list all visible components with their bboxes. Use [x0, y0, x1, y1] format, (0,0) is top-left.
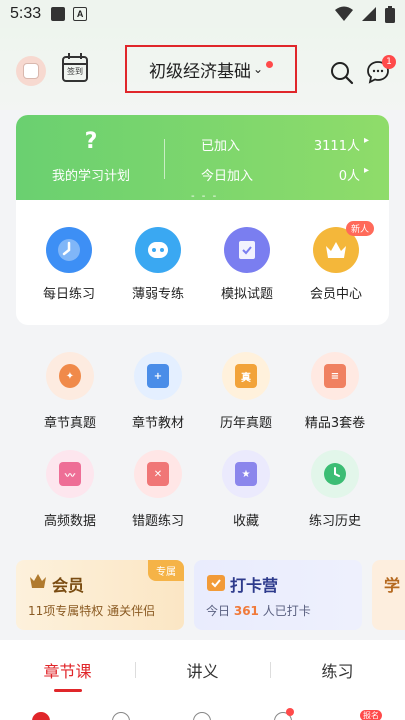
quick-weak-practice[interactable]: 薄弱专练: [118, 227, 198, 302]
today-value: 0人: [338, 169, 360, 184]
chevron-down-icon: ⌄: [252, 62, 264, 76]
brain-icon: ✦: [46, 352, 94, 400]
page-dashes: - - -: [191, 191, 219, 202]
error-book-icon: ✕: [134, 450, 182, 498]
grid-high-frequency[interactable]: 〰 高频数据: [25, 450, 115, 529]
vip-promo-card[interactable]: 会员 11项专属特权 通关伴侣 专属: [16, 560, 184, 630]
clock-icon: [46, 227, 92, 273]
battery-icon: [385, 5, 395, 23]
plan-question-mark: ?: [84, 129, 98, 154]
grid-label: 练习历史: [308, 514, 361, 529]
checkin-calendar-icon: [207, 575, 225, 591]
quick-label: 模拟试题: [220, 287, 273, 302]
grid-favorites[interactable]: ★ 收藏: [201, 450, 291, 529]
chevron-right-icon: ▸: [363, 165, 369, 176]
study-card: ? 我的学习计划 已加入 3111人 ▸ 今日加入 0人 ▸ - - - 每日练…: [16, 115, 389, 325]
grid-practice-history[interactable]: 练习历史: [290, 450, 380, 529]
tab-practice[interactable]: 练习: [270, 640, 405, 698]
checkin-calendar-icon[interactable]: 签到: [62, 53, 88, 82]
grid-label: 章节真题: [43, 416, 96, 431]
nav-dot: [286, 708, 294, 716]
quick-member-center[interactable]: 新人 会员中心: [296, 221, 376, 302]
grid-label: 收藏: [232, 514, 259, 529]
book-shield-icon: +: [134, 352, 182, 400]
third-promo-title: 学: [384, 576, 401, 595]
checkin-sub-pre: 今日: [206, 604, 231, 618]
vip-subtitle: 11项专属特权 通关伴侣: [28, 604, 156, 618]
tab-handout[interactable]: 讲义: [135, 640, 270, 698]
grid-chapter-textbook[interactable]: + 章节教材: [113, 352, 203, 431]
unread-dot: [266, 60, 274, 68]
checkin-subtitle: 今日 361 人已打卡: [206, 602, 311, 619]
search-icon[interactable]: [330, 61, 354, 85]
subject-title: 初级经济基础: [148, 61, 251, 82]
quick-label: 薄弱专练: [131, 287, 184, 302]
wifi-icon: [335, 6, 353, 21]
divider: [164, 139, 165, 179]
grid-chapter-exam[interactable]: ✦ 章节真题: [25, 352, 115, 431]
study-plan-banner[interactable]: ? 我的学习计划 已加入 3111人 ▸ 今日加入 0人 ▸ - - -: [16, 115, 389, 202]
chart-icon: 〰: [46, 450, 94, 498]
app-notification-icon: A: [73, 7, 88, 21]
grid-past-exams[interactable]: 真 历年真题: [201, 352, 291, 431]
nav-signup-badge: 报名: [360, 710, 382, 720]
third-promo-card[interactable]: 学: [372, 560, 405, 630]
quick-label: 会员中心: [309, 287, 362, 302]
checkin-title: 打卡营: [230, 576, 279, 595]
subject-selector[interactable]: 初级经济基础 ⌄: [125, 45, 297, 93]
vip-title: 会员: [52, 576, 85, 595]
list-icon: ≡: [311, 352, 359, 400]
checkin-count: 361: [233, 604, 259, 618]
checkin-promo-card[interactable]: 打卡营 今日 361 人已打卡: [194, 560, 362, 630]
plan-label: 我的学习计划: [51, 169, 130, 184]
checkin-sub-post: 人已打卡: [262, 604, 311, 618]
quick-mock-exam[interactable]: 模拟试题: [207, 227, 287, 302]
grid-label: 章节教材: [131, 416, 184, 431]
joined-label: 已加入: [201, 139, 241, 154]
quick-daily-practice[interactable]: 每日练习: [29, 227, 109, 302]
avatar-face-icon: [23, 63, 39, 79]
grid-label: 历年真题: [219, 416, 272, 431]
grid-premium-sets[interactable]: ≡ 精品3套卷: [290, 352, 380, 431]
top-bar: 签到 初级经济基础 ⌄ 1: [0, 28, 405, 110]
chevron-right-icon: ▸: [363, 135, 369, 146]
checkin-label: 签到: [67, 67, 83, 76]
notification-icon: [51, 7, 66, 21]
tab-divider: [270, 662, 271, 678]
quick-label: 每日练习: [42, 287, 95, 302]
signal-icon: [362, 7, 376, 21]
grid-label: 高频数据: [43, 514, 96, 529]
tab-chapter-course[interactable]: 章节课: [0, 640, 135, 698]
grid-label: 精品3套卷: [304, 416, 366, 431]
status-time: 5:33: [10, 5, 42, 22]
status-bar: 5:33 A: [0, 0, 405, 28]
crown-icon: [30, 574, 46, 588]
joined-value: 3111人: [313, 139, 360, 154]
new-user-badge: 新人: [346, 221, 375, 236]
today-label: 今日加入: [201, 169, 254, 184]
tab-divider: [135, 662, 136, 678]
grid-wrong-practice[interactable]: ✕ 错题练习: [113, 450, 203, 529]
star-book-icon: ★: [222, 450, 270, 498]
today-stat[interactable]: 今日加入 0人 ▸: [201, 165, 369, 184]
content-tabs: 章节课 讲义 练习: [0, 640, 405, 698]
avatar[interactable]: [16, 56, 46, 86]
exclusive-tag: 专属: [148, 560, 184, 581]
grid-label: 错题练习: [131, 514, 184, 529]
history-icon: [311, 450, 359, 498]
message-badge: 1: [382, 55, 396, 69]
paper-icon: [224, 227, 270, 273]
joined-stat[interactable]: 已加入 3111人 ▸: [201, 135, 369, 154]
folder-icon: 真: [222, 352, 270, 400]
robot-icon: [135, 227, 181, 273]
